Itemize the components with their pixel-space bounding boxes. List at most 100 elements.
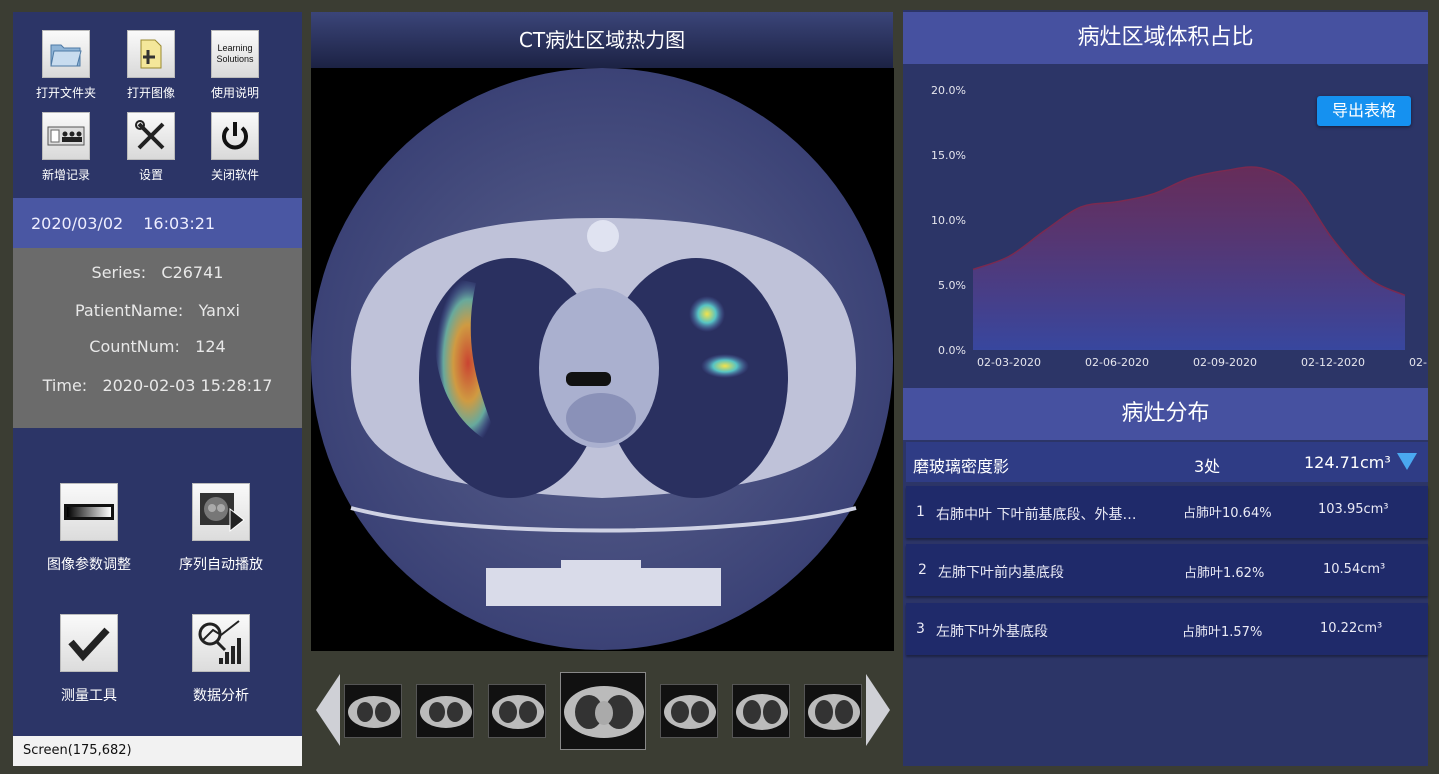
close-app-label: 关闭软件 xyxy=(210,168,259,182)
open-folder-button[interactable]: 打开文件夹 xyxy=(24,30,108,101)
volume-area-series xyxy=(973,166,1405,350)
lesion-type-name: 磨玻璃密度影 xyxy=(913,457,1010,476)
patient-info-panel: Series: C26741 PatientName: Yanxi CountN… xyxy=(13,248,302,428)
new-record-label: 新增记录 xyxy=(41,168,90,182)
current-date: 2020/03/02 xyxy=(31,213,124,233)
image-adjust-button[interactable]: 图像参数调整 xyxy=(29,483,149,574)
learning-icon-text: Learning Solutions xyxy=(216,43,254,64)
data-analysis-button[interactable]: 数据分析 xyxy=(161,614,281,705)
x-tick-label: 02-09-2020 xyxy=(1193,356,1257,369)
x-tick-label: 02-15-2020 xyxy=(1409,356,1428,369)
series-row: Series: C26741 xyxy=(13,263,302,282)
open-file-icon xyxy=(127,30,175,78)
auto-play-label: 序列自动播放 xyxy=(179,557,263,573)
lesion-volume: 103.95cm³ xyxy=(1318,502,1389,517)
tools-icon xyxy=(127,112,175,160)
viewer-title: CT病灶区域热力图 xyxy=(518,28,686,52)
lesion-ratio: 占肺叶1.62% xyxy=(1184,566,1265,581)
lesion-row-1[interactable]: 1 右肺中叶 下叶前基底段、外基… 占肺叶10.64% 103.95cm³ xyxy=(906,486,1428,538)
lesion-location: 左肺下叶前内基底段 xyxy=(938,565,1064,581)
record-icon xyxy=(42,112,90,160)
triangle-down-icon[interactable] xyxy=(1397,453,1417,470)
analysis-panel: 病灶区域体积占比 0.0% 5.0% 10.0% 15.0% 20.0% 02-03-2… xyxy=(903,10,1428,766)
auto-play-button[interactable]: 序列自动播放 xyxy=(161,483,281,574)
distribution-header: 病灶分布 xyxy=(903,388,1428,440)
lesion-volume: 10.54cm³ xyxy=(1323,562,1386,577)
volume-ratio-header: 病灶区域体积占比 xyxy=(903,12,1428,64)
current-time: 16:03:21 xyxy=(143,213,216,233)
lesion-count: 3处 xyxy=(1194,457,1221,476)
lesion-location: 左肺下叶外基底段 xyxy=(936,624,1048,640)
thumbnail-2[interactable] xyxy=(416,684,474,738)
measure-tool-button[interactable]: 测量工具 xyxy=(29,614,149,705)
lesion-index: 1 xyxy=(916,504,925,520)
series-label: Series: xyxy=(91,263,147,282)
cursor-position-text: Screen(175,682) xyxy=(23,743,132,758)
thumbnail-5[interactable] xyxy=(660,684,718,738)
ct-heatmap-image xyxy=(311,68,893,650)
manual-button[interactable]: Learning Solutions 使用说明 xyxy=(193,30,277,101)
status-bar: Screen(175,682) xyxy=(13,736,302,766)
thumbnail-6[interactable] xyxy=(732,684,790,738)
chevron-left-icon xyxy=(316,674,340,746)
contrast-icon xyxy=(60,483,118,541)
lesion-row-2[interactable]: 2 左肺下叶前内基底段 占肺叶1.62% 10.54cm³ xyxy=(906,544,1428,596)
thumbs-prev-arrow[interactable] xyxy=(316,674,340,750)
chevron-right-icon xyxy=(866,674,890,746)
thumbs-next-arrow[interactable] xyxy=(866,674,890,750)
ruler-icon xyxy=(60,614,118,672)
export-table-label: 导出表格 xyxy=(1331,101,1396,120)
y-tick-label: 5.0% xyxy=(938,279,966,292)
thumbnail-current[interactable] xyxy=(560,672,646,750)
y-tick-label: 15.0% xyxy=(931,149,966,162)
lesion-ratio: 占肺叶1.57% xyxy=(1182,625,1263,640)
y-tick-label: 20.0% xyxy=(931,84,966,97)
lesion-index: 2 xyxy=(918,562,927,578)
image-adjust-label: 图像参数调整 xyxy=(47,557,131,573)
settings-label: 设置 xyxy=(138,168,163,182)
lesion-volume: 10.22cm³ xyxy=(1320,621,1383,636)
y-tick-label: 10.0% xyxy=(931,214,966,227)
play-sequence-icon xyxy=(192,483,250,541)
y-tick-label: 0.0% xyxy=(938,344,966,357)
open-image-label: 打开图像 xyxy=(126,86,175,100)
time-row: Time: 2020-02-03 15:28:17 xyxy=(13,376,302,395)
settings-button[interactable]: 设置 xyxy=(109,112,193,183)
series-thumbnail-strip xyxy=(311,664,894,756)
viewer-header: CT病灶区域热力图 xyxy=(311,12,893,68)
distribution-title: 病灶分布 xyxy=(1121,401,1210,426)
count-value: 124 xyxy=(195,337,226,356)
x-tick-label: 02-06-2020 xyxy=(1085,356,1149,369)
tools-panel: 图像参数调整 序列自动播放 测量工具 数据分析 xyxy=(13,428,302,736)
open-image-button[interactable]: 打开图像 xyxy=(109,30,193,101)
file-toolbar: 打开文件夹 打开图像 Learning Solutions 使用说明 新增记录 … xyxy=(13,12,302,198)
lesion-type-summary[interactable]: 磨玻璃密度影 3处 124.71cm³ xyxy=(906,442,1428,482)
datetime-bar: 2020/03/02 16:03:21 xyxy=(13,198,302,248)
analysis-icon xyxy=(192,614,250,672)
x-tick-label: 02-03-2020 xyxy=(977,356,1041,369)
time-label: Time: xyxy=(42,376,88,395)
learning-icon: Learning Solutions xyxy=(211,30,259,78)
measure-tool-label: 测量工具 xyxy=(61,688,117,704)
y-axis-ticks: 0.0% 5.0% 10.0% 15.0% 20.0% xyxy=(931,84,966,357)
manual-label: 使用说明 xyxy=(210,86,259,100)
lesion-ratio: 占肺叶10.64% xyxy=(1183,506,1272,521)
close-app-button[interactable]: 关闭软件 xyxy=(193,112,277,183)
new-record-button[interactable]: 新增记录 xyxy=(24,112,108,183)
export-table-button[interactable]: 导出表格 xyxy=(1317,96,1411,126)
x-axis-ticks: 02-03-2020 02-06-2020 02-09-2020 02-12-2020… xyxy=(977,356,1428,369)
open-folder-label: 打开文件夹 xyxy=(35,86,96,100)
time-value: 2020-02-03 15:28:17 xyxy=(102,376,273,395)
thumbnail-3[interactable] xyxy=(488,684,546,738)
power-icon xyxy=(211,112,259,160)
patient-name-label: PatientName: xyxy=(74,301,184,320)
thumbnail-7[interactable] xyxy=(804,684,862,738)
thumbnail-1[interactable] xyxy=(344,684,402,738)
lesion-index: 3 xyxy=(916,621,925,637)
count-row: CountNum: 124 xyxy=(13,337,302,356)
ct-image-viewer[interactable] xyxy=(311,68,894,651)
count-label: CountNum: xyxy=(89,337,180,356)
x-tick-label: 02-12-2020 xyxy=(1301,356,1365,369)
lesion-row-3[interactable]: 3 左肺下叶外基底段 占肺叶1.57% 10.22cm³ xyxy=(906,603,1428,655)
patient-name-value: Yanxi xyxy=(198,301,240,320)
